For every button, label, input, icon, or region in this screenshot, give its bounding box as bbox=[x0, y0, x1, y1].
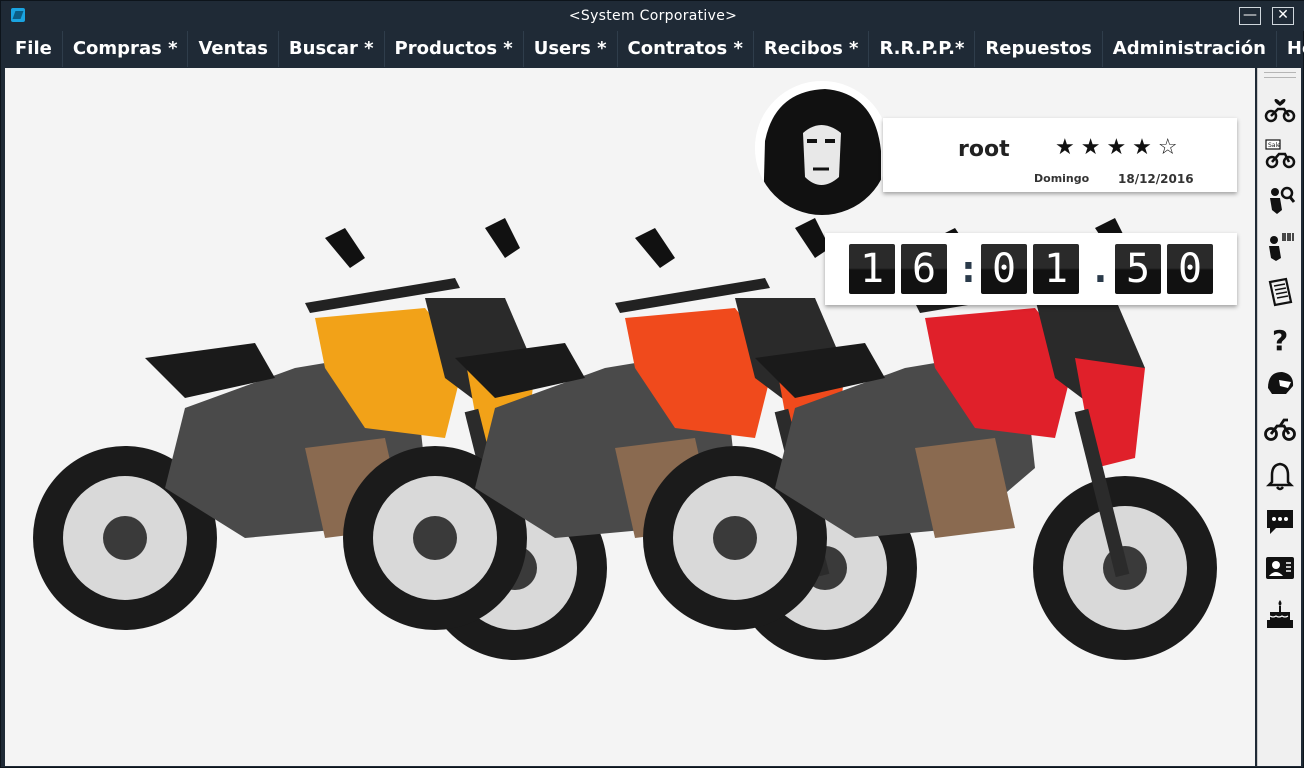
help-icon: ? bbox=[1272, 324, 1288, 354]
menu-buscar[interactable]: Buscar * bbox=[279, 31, 385, 67]
window-title: <System Corporative> bbox=[568, 8, 738, 24]
motorcycle-icon bbox=[1264, 418, 1296, 441]
chat-button[interactable] bbox=[1262, 504, 1298, 540]
clock-minute-tens: 0 bbox=[981, 244, 1027, 294]
menu-repuestos[interactable]: Repuestos bbox=[975, 31, 1103, 67]
minimize-button[interactable]: — bbox=[1239, 7, 1261, 25]
sale-motorcycle-button[interactable]: Sale bbox=[1262, 136, 1298, 172]
contact-card-icon bbox=[1266, 557, 1294, 579]
document-button[interactable] bbox=[1262, 274, 1298, 310]
close-button[interactable]: ✕ bbox=[1272, 7, 1294, 25]
clock-separator-dot: . bbox=[1089, 247, 1112, 291]
menu-administracion[interactable]: Administración bbox=[1103, 31, 1277, 67]
contact-card-button[interactable] bbox=[1262, 550, 1298, 586]
helmet-icon bbox=[1268, 372, 1294, 394]
help-button[interactable]: ? bbox=[1262, 320, 1298, 356]
quick-access-sidebar: Sale ? bbox=[1257, 68, 1301, 766]
clock-second-ones: 0 bbox=[1167, 244, 1213, 294]
chat-icon bbox=[1267, 510, 1293, 534]
menu-help[interactable]: Help * bbox=[1277, 31, 1304, 67]
menu-compras[interactable]: Compras * bbox=[63, 31, 189, 67]
sale-motorcycle-icon: Sale bbox=[1265, 139, 1296, 169]
menu-contratos[interactable]: Contratos * bbox=[618, 31, 754, 67]
app-window: <System Corporative> — ✕ File Compras * … bbox=[0, 0, 1304, 768]
svg-text:Sale: Sale bbox=[1268, 142, 1281, 149]
document-icon bbox=[1268, 277, 1293, 307]
menu-users[interactable]: Users * bbox=[524, 31, 618, 67]
birthday-cake-icon bbox=[1267, 600, 1293, 628]
birthday-button[interactable] bbox=[1262, 596, 1298, 632]
bell-icon bbox=[1265, 462, 1295, 491]
current-day: Domingo bbox=[1034, 172, 1090, 185]
motorcycle-button[interactable] bbox=[1262, 412, 1298, 448]
search-rider-button[interactable] bbox=[1262, 182, 1298, 218]
username: root bbox=[958, 137, 1010, 162]
menu-productos[interactable]: Productos * bbox=[385, 31, 524, 67]
title-bar: <System Corporative> — ✕ bbox=[1, 1, 1304, 31]
menu-ventas[interactable]: Ventas bbox=[188, 31, 279, 67]
notifications-button[interactable] bbox=[1262, 458, 1298, 494]
clock-hour-tens: 1 bbox=[849, 244, 895, 294]
clock-minute-ones: 1 bbox=[1033, 244, 1079, 294]
current-date: 18/12/2016 bbox=[1118, 172, 1194, 186]
menu-bar: File Compras * Ventas Buscar * Productos… bbox=[5, 31, 1304, 67]
menu-rrpp[interactable]: R.R.P.P.* bbox=[869, 31, 976, 67]
clock-second-tens: 5 bbox=[1115, 244, 1161, 294]
user-avatar[interactable] bbox=[755, 81, 889, 215]
user-rating-stars: ★★★★☆ bbox=[1055, 135, 1184, 160]
sidebar-grip[interactable] bbox=[1264, 72, 1296, 78]
menu-file[interactable]: File bbox=[5, 31, 63, 67]
search-rider-icon bbox=[1270, 186, 1296, 214]
menu-recibos[interactable]: Recibos * bbox=[754, 31, 870, 67]
barcode-rider-button[interactable] bbox=[1262, 228, 1298, 264]
clock-separator-colon: : bbox=[957, 247, 980, 291]
barcode-rider-icon bbox=[1269, 233, 1294, 261]
favorite-motorcycle-icon bbox=[1264, 99, 1296, 123]
helmet-button[interactable] bbox=[1262, 366, 1298, 402]
avatar-silhouette-icon bbox=[755, 81, 889, 215]
clock-hour-ones: 6 bbox=[901, 244, 947, 294]
favorite-motorcycle-button[interactable] bbox=[1262, 90, 1298, 126]
svg-text:?: ? bbox=[1272, 324, 1288, 354]
